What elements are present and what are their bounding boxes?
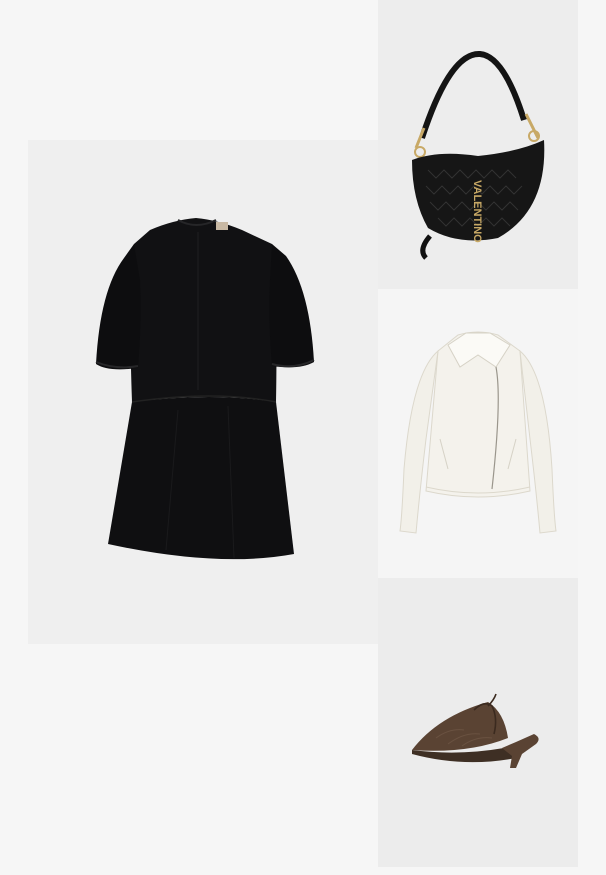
product-tile-shoe[interactable] bbox=[378, 578, 578, 867]
handbag-image: VALENTINO bbox=[412, 51, 545, 260]
product-tile-jacket[interactable] bbox=[378, 289, 578, 578]
jacket-image bbox=[399, 331, 557, 534]
shoe-image bbox=[412, 693, 539, 768]
product-tile-dress[interactable] bbox=[28, 140, 378, 644]
brand-print: VALENTINO bbox=[471, 180, 483, 243]
product-tile-bag[interactable]: VALENTINO bbox=[378, 0, 578, 289]
dress-image bbox=[95, 218, 315, 560]
